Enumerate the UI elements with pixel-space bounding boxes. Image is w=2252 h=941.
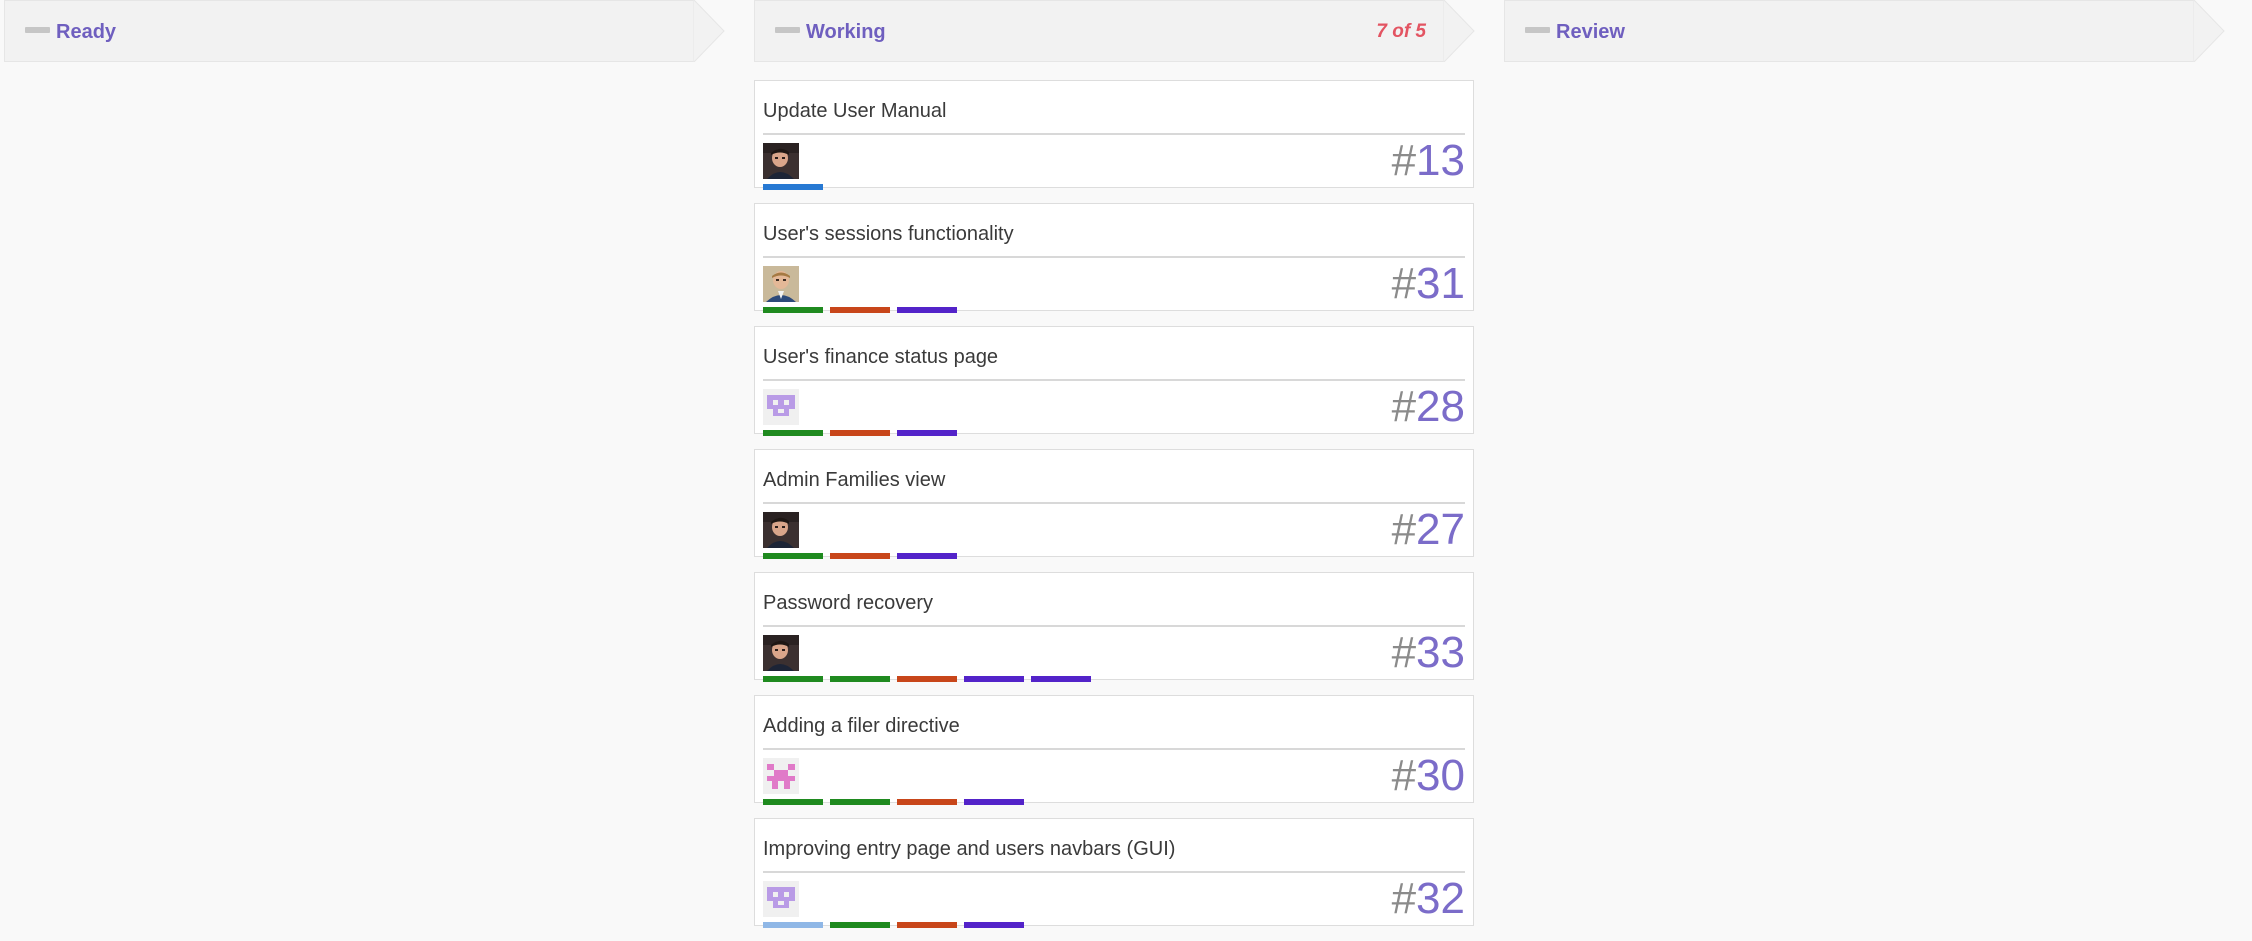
card-number[interactable]: #32 bbox=[1392, 874, 1465, 924]
issue-number: 30 bbox=[1416, 751, 1465, 800]
assignee-avatar[interactable] bbox=[763, 635, 799, 671]
column-title: Review bbox=[1556, 21, 1625, 43]
hash-sign: # bbox=[1391, 505, 1417, 554]
card-number[interactable]: #31 bbox=[1392, 259, 1465, 309]
hash-sign: # bbox=[1391, 628, 1417, 677]
assignee-avatar[interactable] bbox=[763, 512, 799, 548]
assignee-avatar[interactable] bbox=[763, 143, 799, 179]
card-number[interactable]: #28 bbox=[1392, 382, 1465, 432]
collapse-icon[interactable] bbox=[775, 27, 800, 33]
card-divider bbox=[763, 379, 1465, 381]
label-green[interactable] bbox=[763, 799, 823, 805]
hash-sign: # bbox=[1391, 382, 1417, 431]
task-card[interactable]: User's finance status page #28 bbox=[754, 326, 1474, 436]
card-divider bbox=[763, 502, 1465, 504]
assignee-avatar[interactable] bbox=[763, 758, 799, 794]
label-orange[interactable] bbox=[830, 553, 890, 559]
issue-number: 28 bbox=[1416, 382, 1465, 431]
card-number[interactable]: #30 bbox=[1392, 751, 1465, 801]
column-title: Ready bbox=[56, 21, 117, 43]
card-number[interactable]: #13 bbox=[1392, 136, 1465, 186]
column-header-working[interactable]: Working 7 of 5 bbox=[754, 0, 1475, 62]
label-bar bbox=[763, 307, 957, 313]
label-purple[interactable] bbox=[897, 553, 957, 559]
label-bar bbox=[763, 184, 823, 190]
label-green[interactable] bbox=[763, 553, 823, 559]
label-green[interactable] bbox=[830, 799, 890, 805]
card-divider bbox=[763, 625, 1465, 627]
card-divider bbox=[763, 133, 1465, 135]
task-card[interactable]: Improving entry page and users navbars (… bbox=[754, 818, 1474, 928]
hash-sign: # bbox=[1391, 136, 1417, 185]
task-card[interactable]: Update User Manual #13 bbox=[754, 80, 1474, 190]
label-purple[interactable] bbox=[964, 676, 1024, 682]
label-orange[interactable] bbox=[830, 430, 890, 436]
issue-number: 13 bbox=[1416, 136, 1465, 185]
issue-number: 31 bbox=[1416, 259, 1465, 308]
label-green[interactable] bbox=[763, 676, 823, 682]
wip-count: 7 of 5 bbox=[1376, 21, 1426, 42]
label-green[interactable] bbox=[763, 307, 823, 313]
label-green[interactable] bbox=[763, 430, 823, 436]
column-working: Working 7 of 5 Update User Manual #13 User… bbox=[754, 0, 1475, 928]
label-bar bbox=[763, 922, 1024, 928]
label-orange[interactable] bbox=[830, 307, 890, 313]
column-ready: Ready bbox=[4, 0, 725, 62]
card-title[interactable]: Password recovery bbox=[763, 592, 933, 615]
label-bar bbox=[763, 430, 957, 436]
issue-number: 32 bbox=[1416, 874, 1465, 923]
card-title[interactable]: Adding a filer directive bbox=[763, 715, 960, 738]
hash-sign: # bbox=[1391, 259, 1417, 308]
card-divider bbox=[763, 256, 1465, 258]
column-header-review[interactable]: Review bbox=[1504, 0, 2225, 62]
task-card[interactable]: Adding a filer directive #30 bbox=[754, 695, 1474, 805]
card-number[interactable]: #27 bbox=[1392, 505, 1465, 555]
card-title[interactable]: User's sessions functionality bbox=[763, 223, 1014, 246]
assignee-avatar[interactable] bbox=[763, 266, 799, 302]
label-orange[interactable] bbox=[897, 922, 957, 928]
label-orange[interactable] bbox=[897, 799, 957, 805]
card-title[interactable]: Admin Families view bbox=[763, 469, 945, 492]
issue-number: 33 bbox=[1416, 628, 1465, 677]
card-divider bbox=[763, 748, 1465, 750]
label-purple[interactable] bbox=[964, 799, 1024, 805]
task-card[interactable]: User's sessions functionality #31 bbox=[754, 203, 1474, 313]
label-purple[interactable] bbox=[1031, 676, 1091, 682]
label-purple[interactable] bbox=[897, 430, 957, 436]
collapse-icon[interactable] bbox=[1525, 27, 1550, 33]
hash-sign: # bbox=[1391, 751, 1417, 800]
header-arrow-shape bbox=[1443, 0, 1475, 62]
label-orange[interactable] bbox=[897, 676, 957, 682]
card-title[interactable]: Improving entry page and users navbars (… bbox=[763, 838, 1175, 861]
assignee-avatar[interactable] bbox=[763, 881, 799, 917]
header-arrow-shape bbox=[2193, 0, 2225, 62]
column-title: Working bbox=[806, 21, 886, 43]
label-green[interactable] bbox=[830, 676, 890, 682]
label-bar bbox=[763, 799, 1024, 805]
task-card[interactable]: Password recovery #33 bbox=[754, 572, 1474, 682]
label-bar bbox=[763, 676, 1091, 682]
hash-sign: # bbox=[1391, 874, 1417, 923]
column-review: Review bbox=[1504, 0, 2225, 62]
assignee-avatar[interactable] bbox=[763, 389, 799, 425]
label-blue[interactable] bbox=[763, 184, 823, 190]
header-arrow-shape bbox=[693, 0, 725, 62]
issue-number: 27 bbox=[1416, 505, 1465, 554]
label-purple[interactable] bbox=[964, 922, 1024, 928]
card-number[interactable]: #33 bbox=[1392, 628, 1465, 678]
task-card[interactable]: Admin Families view #27 bbox=[754, 449, 1474, 559]
label-lightblue[interactable] bbox=[763, 922, 823, 928]
label-bar bbox=[763, 553, 957, 559]
label-purple[interactable] bbox=[897, 307, 957, 313]
card-divider bbox=[763, 871, 1465, 873]
column-header-ready[interactable]: Ready bbox=[4, 0, 725, 62]
collapse-icon[interactable] bbox=[25, 27, 50, 33]
card-title[interactable]: User's finance status page bbox=[763, 346, 998, 369]
label-green[interactable] bbox=[830, 922, 890, 928]
card-list: Update User Manual #13 User's sessions fun… bbox=[754, 80, 1474, 941]
card-title[interactable]: Update User Manual bbox=[763, 100, 946, 123]
